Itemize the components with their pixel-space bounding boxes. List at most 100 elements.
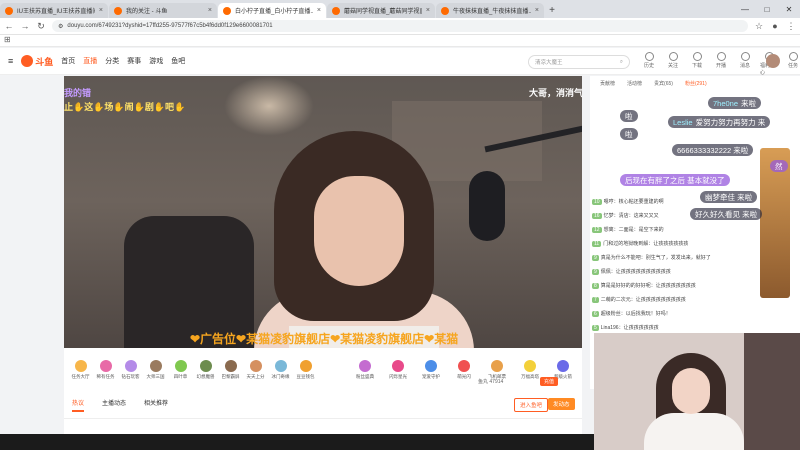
- nav-category[interactable]: 分类: [105, 56, 119, 66]
- nav-fishbar[interactable]: 鱼吧: [171, 56, 185, 66]
- bookmark-star-icon[interactable]: ☆: [754, 21, 764, 32]
- gift-item[interactable]: 萌光闪: [449, 360, 479, 380]
- message-icon: [740, 52, 750, 61]
- task-button[interactable]: 任务: [784, 52, 800, 76]
- ad-overlay-text: ❤广告位❤某猫凌豹旗舰店❤某猫凌豹旗舰店❤某猫: [190, 332, 459, 346]
- maximize-button[interactable]: □: [756, 0, 778, 18]
- close-window-button[interactable]: ✕: [778, 0, 800, 18]
- douyu-logo[interactable]: 斗鱼: [21, 55, 53, 68]
- gift-item[interactable]: 闪烁星光: [383, 360, 413, 380]
- gift-icon: [74, 360, 87, 372]
- back-icon[interactable]: ←: [4, 21, 14, 31]
- follow-button[interactable]: 关注: [664, 52, 682, 76]
- gift-icon: [224, 360, 237, 372]
- streamer-face: [314, 176, 404, 286]
- browser-tab[interactable]: IU王扶苏直播_IU王扶苏直播间_...×: [0, 3, 108, 18]
- entry-bubble: 7he0ne 来啦: [708, 97, 762, 109]
- gift-item[interactable]: 四叶草: [168, 360, 193, 380]
- tab-hot[interactable]: 热议: [72, 398, 85, 412]
- download-button[interactable]: 下载: [688, 52, 706, 76]
- recharge-button[interactable]: 充值: [540, 377, 559, 386]
- chat-message: 6 超级粉丝：以后找我玩！好吗！: [592, 311, 671, 317]
- pip-streamer-body: [644, 413, 744, 450]
- gift-icon: [524, 360, 536, 372]
- danmu-comment: 止✋这✋场✋闹✋剧✋吧✋: [64, 102, 186, 112]
- gift-item[interactable]: 天天上分: [243, 360, 268, 380]
- entry-bubble: 后现在有胖了之后 基本就没了: [620, 174, 730, 186]
- gift-icon: [392, 360, 404, 372]
- search-box[interactable]: 清凉大魔王 ⌕: [528, 55, 630, 69]
- gift-item[interactable]: 任务大厅: [68, 360, 93, 380]
- history-button[interactable]: 历史: [640, 52, 658, 76]
- gift-item[interactable]: 大师三国: [143, 360, 168, 380]
- post-feed-button[interactable]: 发动态: [548, 398, 575, 410]
- gift-icon: [425, 360, 437, 372]
- bookmarks-bar: ⊞: [0, 35, 800, 47]
- browser-tab[interactable]: 牛夜抹抹直播_牛夜抹抹直播... ×: [436, 3, 544, 18]
- entry-bubble: 啦: [620, 110, 638, 122]
- gift-item[interactable]: 飞机邮票: [482, 360, 512, 380]
- pip-video[interactable]: [594, 333, 800, 450]
- tab-contribution[interactable]: 贡献榜: [596, 79, 619, 88]
- gift-item[interactable]: 稀有任务: [93, 360, 118, 380]
- chat-message: 11 门和过的地狱晚到解：让孩孩孩孩孩孩: [592, 241, 689, 247]
- close-tab-icon[interactable]: ×: [99, 7, 103, 14]
- search-input[interactable]: 清凉大魔王: [535, 58, 563, 66]
- tab-fans[interactable]: 粉丝(291): [681, 79, 711, 88]
- gift-icon: [359, 360, 371, 372]
- gift-bar: 任务大厅 稀有任务 钻石玩客 大师三国 四叶草 幻想魔兽 巴黎霸屏 天天上分 冰…: [64, 348, 582, 392]
- profile-icon[interactable]: ●: [770, 21, 780, 31]
- nav-events[interactable]: 赛事: [127, 56, 141, 66]
- tab-activity[interactable]: 活动榜: [623, 79, 646, 88]
- gift-item[interactable]: 冰门奇缘: [268, 360, 293, 380]
- douyu-logo-icon: [21, 55, 34, 67]
- chat-message: 12 想离：二面是：是空下来的: [592, 227, 664, 233]
- minimize-button[interactable]: —: [734, 0, 756, 18]
- forward-icon[interactable]: →: [20, 21, 30, 31]
- gift-item[interactable]: 幻想魔兽: [193, 360, 218, 380]
- message-button[interactable]: 消息: [736, 52, 754, 76]
- close-tab-icon[interactable]: ×: [208, 7, 212, 14]
- gift-icon: [249, 360, 262, 372]
- close-tab-icon[interactable]: ×: [535, 7, 539, 14]
- chat-message: 16 忆梦：清店：这来又又又: [592, 213, 659, 219]
- room-lamp: [224, 76, 314, 136]
- tab-vip[interactable]: 贵宾(65): [650, 79, 677, 88]
- new-tab-button[interactable]: +: [545, 3, 559, 18]
- nav-live[interactable]: 直播: [83, 56, 97, 66]
- close-tab-icon[interactable]: ×: [426, 7, 430, 14]
- start-live-button[interactable]: 开播: [712, 52, 730, 76]
- douyu-favicon-icon: [5, 6, 13, 15]
- menu-dots-icon[interactable]: ⋮: [786, 21, 796, 32]
- url-field[interactable]: ⚙ douyu.com/6749231?dyshid=17ffd255-9757…: [52, 20, 748, 32]
- user-avatar[interactable]: [766, 54, 780, 68]
- nav-home[interactable]: 首页: [61, 56, 75, 66]
- gift-item[interactable]: 豆豆钱包: [293, 360, 318, 380]
- nav-games[interactable]: 游戏: [149, 56, 163, 66]
- apps-grid-icon[interactable]: ⊞: [4, 35, 11, 44]
- gift-item[interactable]: 宠爱守护: [416, 360, 446, 380]
- browser-tab[interactable]: 蘑菇同学视直播_蘑菇同学视直... ×: [327, 3, 435, 18]
- fishball-balance: 鱼丸 47914: [478, 379, 504, 385]
- danmu-comment: 大哥，消消气: [529, 88, 582, 98]
- close-tab-icon[interactable]: ×: [317, 7, 321, 14]
- tab-streamer-feed[interactable]: 主播动态: [102, 398, 126, 412]
- hamburger-menu-icon[interactable]: ≡: [8, 56, 13, 66]
- search-icon[interactable]: ⌕: [620, 59, 623, 66]
- chat-message: 5 Lina196：让孩孩孩孩孩孩: [592, 325, 659, 331]
- camera-icon: [716, 52, 726, 61]
- gift-item[interactable]: 粉丝盛典: [350, 360, 380, 380]
- gift-item[interactable]: 钻石玩客: [118, 360, 143, 380]
- reload-icon[interactable]: ↻: [36, 21, 46, 32]
- gift-icon: [458, 360, 470, 372]
- enter-fishbar-button[interactable]: 进入鱼吧: [514, 398, 549, 412]
- tab-recommend[interactable]: 相关推荐: [144, 398, 168, 412]
- chat-message: 8 算是是好好的的好好呢：让孩孩孩孩孩孩孩: [592, 283, 696, 289]
- site-info-icon[interactable]: ⚙: [58, 23, 63, 30]
- browser-tab[interactable]: 我的关注 - 斗鱼 ×: [109, 3, 217, 18]
- gift-item[interactable]: 巴黎霸屏: [218, 360, 243, 380]
- gift-icon: [174, 360, 187, 372]
- microphone: [469, 171, 505, 241]
- download-icon: [692, 52, 702, 61]
- browser-tab-active[interactable]: 白小柠子直播_白小柠子直播... ×: [218, 3, 326, 18]
